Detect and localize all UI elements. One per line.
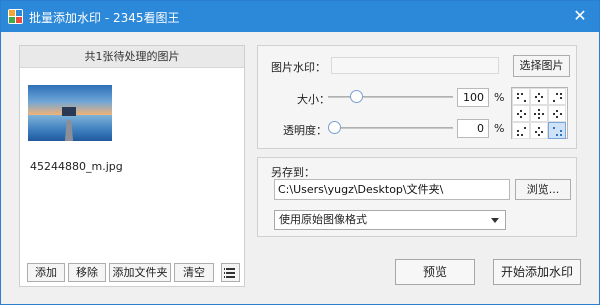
clear-button[interactable]: 清空 (174, 263, 214, 282)
size-slider-handle[interactable] (350, 90, 363, 103)
preview-button[interactable]: 预览 (395, 259, 475, 285)
file-count-header: 共1张待处理的图片 (20, 46, 244, 68)
window-title: 批量添加水印 - 2345看图王 (29, 11, 180, 25)
size-label: 大小： (297, 93, 330, 106)
save-path-input[interactable]: C:\Users\yugz\Desktop\文件夹\ (274, 179, 510, 200)
position-middle-right[interactable] (548, 105, 566, 122)
batch-watermark-window: 批量添加水印 - 2345看图王 ✕ 共1张待处理的图片 45244880_m.… (0, 0, 600, 305)
image-watermark-label: 图片水印： (271, 61, 326, 74)
chevron-down-icon (491, 218, 499, 223)
image-thumbnail[interactable] (28, 85, 112, 141)
browse-button[interactable]: 浏览... (515, 179, 571, 200)
opacity-slider[interactable] (328, 121, 453, 135)
opacity-percent-unit: % (494, 122, 505, 135)
position-bottom-left[interactable] (512, 122, 530, 139)
size-percent-unit: % (494, 91, 505, 104)
add-folder-button[interactable]: 添加文件夹 (109, 263, 171, 282)
output-format-value: 使用原始图像格式 (279, 213, 367, 226)
file-name-label: 45244880_m.jpg (30, 160, 123, 173)
position-top-right[interactable] (548, 88, 566, 105)
position-bottom-right[interactable] (548, 122, 566, 139)
size-input[interactable]: 100 (457, 88, 489, 107)
watermark-image-field (331, 57, 499, 74)
title-bar: 批量添加水印 - 2345看图王 ✕ (1, 1, 599, 32)
position-middle-left[interactable] (512, 105, 530, 122)
remove-button[interactable]: 移除 (68, 263, 106, 282)
opacity-label: 透明度： (283, 124, 327, 137)
app-icon (8, 9, 23, 24)
list-view-icon[interactable] (221, 263, 240, 282)
position-bottom-center[interactable] (530, 122, 548, 139)
start-watermark-button[interactable]: 开始添加水印 (493, 259, 581, 285)
output-format-dropdown[interactable]: 使用原始图像格式 (274, 210, 506, 230)
position-top-left[interactable] (512, 88, 530, 105)
opacity-slider-handle[interactable] (328, 121, 341, 134)
save-to-label: 另存到： (271, 166, 315, 179)
add-button[interactable]: 添加 (27, 263, 65, 282)
size-slider[interactable] (328, 90, 453, 104)
position-center[interactable] (530, 105, 548, 122)
watermark-position-grid (511, 87, 568, 139)
position-top-center[interactable] (530, 88, 548, 105)
choose-image-button[interactable]: 选择图片 (513, 55, 570, 77)
close-icon[interactable]: ✕ (571, 7, 589, 25)
file-list-panel: 共1张待处理的图片 45244880_m.jpg (19, 45, 245, 287)
opacity-input[interactable]: 0 (457, 119, 489, 138)
